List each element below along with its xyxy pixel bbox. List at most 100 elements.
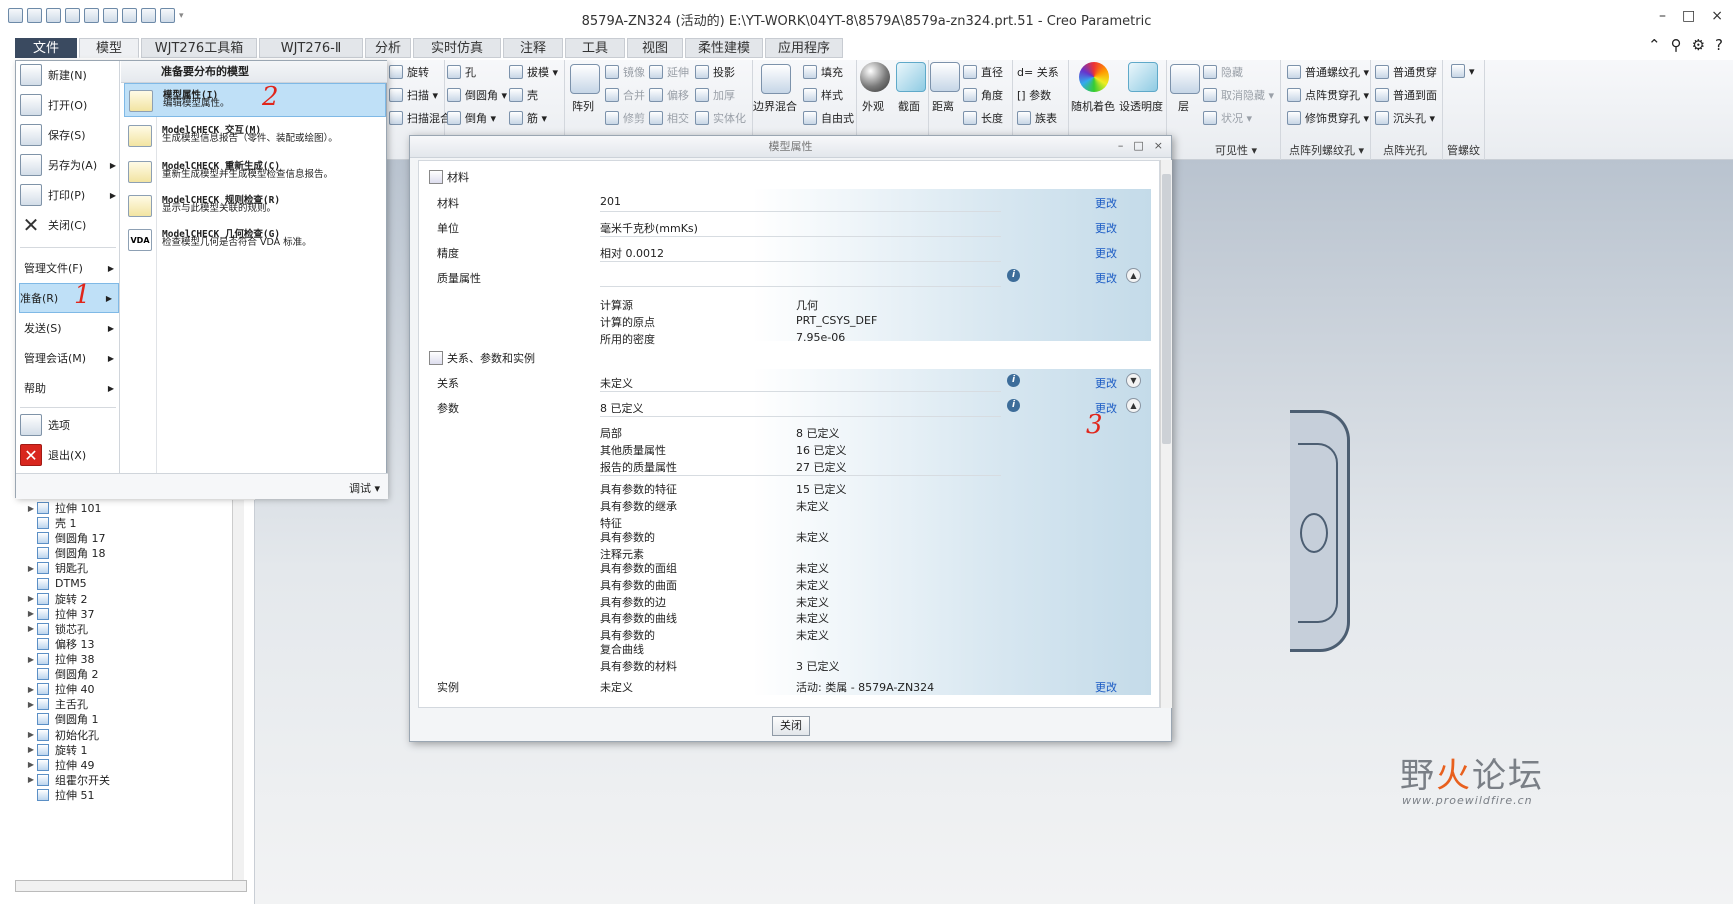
exit-command[interactable]: ✕ 退出(X) xyxy=(20,441,120,469)
settings-icon[interactable]: ⚙ xyxy=(1692,36,1705,54)
tree-item[interactable]: ▶ 旋转 1 xyxy=(25,742,88,758)
boundary-blend-icon[interactable] xyxy=(761,64,791,94)
expand-arrow-icon[interactable]: ▶ xyxy=(25,760,37,769)
save-command[interactable]: 保存(S) xyxy=(20,121,120,149)
search-icon[interactable]: ⚲ xyxy=(1671,36,1682,54)
send-command[interactable]: 发送(S) ▶ xyxy=(24,313,120,343)
manage-session-command[interactable]: 管理会话(M) ▶ xyxy=(24,343,120,373)
unhide-button[interactable]: 取消隐藏 ▾ xyxy=(1203,87,1274,103)
standard-through-button[interactable]: 普通贯穿 xyxy=(1375,64,1437,80)
change-link[interactable]: 更改 xyxy=(1095,679,1117,695)
distance-icon[interactable] xyxy=(930,62,960,92)
tree-item[interactable]: 偏移 13 xyxy=(25,636,95,652)
tree-vertical-scrollbar[interactable] xyxy=(232,500,244,880)
expand-arrow-icon[interactable]: ▶ xyxy=(25,655,37,664)
prepare-command[interactable]: 准备(R) ▶ xyxy=(19,283,119,313)
expand-arrow-icon[interactable]: ▶ xyxy=(25,609,37,618)
visibility-group-label[interactable]: 可见性 ▾ xyxy=(1215,142,1257,158)
project-button[interactable]: 投影 xyxy=(695,64,735,80)
manage-file-command[interactable]: 管理文件(F) ▶ xyxy=(24,253,120,283)
tree-item[interactable]: 倒圆角 2 xyxy=(25,666,99,682)
length-button[interactable]: 长度 xyxy=(963,110,1003,126)
fill-button[interactable]: 填充 xyxy=(803,64,843,80)
modelcheck-geometry-item[interactable]: VDA ModelCHECK 几何检查(G) 检查模型几何是否符合 VDA 标准… xyxy=(124,223,386,257)
minimize-button[interactable]: – xyxy=(1659,8,1666,24)
tab-tools[interactable]: 工具 xyxy=(565,38,625,58)
help-command[interactable]: 帮助 ▶ xyxy=(24,373,120,403)
random-color-icon[interactable] xyxy=(1079,62,1109,92)
swept-blend-button[interactable]: 扫描混合 xyxy=(389,110,451,126)
intersect-button[interactable]: 相交 xyxy=(649,110,689,126)
close-button[interactable]: × xyxy=(1711,8,1723,24)
model-properties-item[interactable]: 模型属性(I) 编辑模型属性。 xyxy=(124,83,386,117)
extend-button[interactable]: 延伸 xyxy=(649,64,689,80)
tab-annotate[interactable]: 注释 xyxy=(503,38,563,58)
section-icon[interactable] xyxy=(896,62,926,92)
relations-section-header[interactable]: 关系、参数和实例 xyxy=(429,350,535,366)
transparency-icon[interactable] xyxy=(1128,62,1158,92)
parameters-button[interactable]: [] 参数 xyxy=(1017,87,1051,103)
pattern-icon[interactable] xyxy=(570,64,600,94)
info-icon[interactable]: i xyxy=(1007,374,1020,387)
chamfer-button[interactable]: 倒角 ▾ xyxy=(447,110,496,126)
debug-button[interactable]: 调试 ▾ xyxy=(349,480,380,496)
restore-button[interactable]: □ xyxy=(1682,8,1695,24)
tree-item[interactable]: ▶ 钥匙孔 xyxy=(25,560,88,576)
standard-to-face-button[interactable]: 普通到面 xyxy=(1375,87,1437,103)
tree-item[interactable]: ▶ 组霍尔开关 xyxy=(25,772,110,788)
model-tree[interactable]: ▶ 拉伸 101 壳 1 倒圆角 17 倒圆角 18 ▶ 钥匙孔 DTM5 ▶ 旋转 2 ▶ 拉伸 3… xyxy=(15,500,255,904)
expand-arrow-icon[interactable]: ▶ xyxy=(25,504,37,513)
change-link[interactable]: 更改 xyxy=(1095,245,1117,261)
change-link[interactable]: 更改 xyxy=(1095,195,1117,211)
tree-item[interactable]: ▶ 初始化孔 xyxy=(25,727,99,743)
dialog-minimize-button[interactable]: – xyxy=(1118,139,1124,152)
mirror-button[interactable]: 镜像 xyxy=(605,64,645,80)
tab-wjt276-ii[interactable]: WJT276-Ⅱ xyxy=(259,38,363,58)
diameter-button[interactable]: 直径 xyxy=(963,64,1003,80)
merge-button[interactable]: 合并 xyxy=(605,87,645,103)
hide-button[interactable]: 隐藏 xyxy=(1203,64,1243,80)
expand-arrow-icon[interactable]: ▶ xyxy=(25,730,37,739)
tree-item[interactable]: DTM5 xyxy=(25,576,87,592)
tree-item[interactable]: 倒圆角 1 xyxy=(25,711,99,727)
tab-flexible-modeling[interactable]: 柔性建模 xyxy=(685,38,763,58)
expand-arrow-icon[interactable]: ▶ xyxy=(25,564,37,573)
close-command[interactable]: ✕ 关闭(C) xyxy=(20,211,120,239)
collapse-icon[interactable]: ▲ xyxy=(1126,398,1141,413)
sweep-button[interactable]: 扫描 ▾ xyxy=(389,87,438,103)
tree-horizontal-scrollbar[interactable] xyxy=(15,880,247,892)
modelcheck-interactive-item[interactable]: ModelCHECK 交互(M) 生成模型信息报告（零件、装配或绘图）。 xyxy=(124,119,386,153)
options-command[interactable]: 选项 xyxy=(20,411,120,439)
tab-realtime-sim[interactable]: 实时仿真 xyxy=(413,38,501,58)
tree-item[interactable]: ▶ 拉伸 37 xyxy=(25,606,95,622)
expand-arrow-icon[interactable]: ▶ xyxy=(25,700,37,709)
expand-arrow-icon[interactable]: ▶ xyxy=(25,745,37,754)
new-command[interactable]: 新建(N) xyxy=(20,61,120,89)
revolve-button[interactable]: 旋转 xyxy=(389,64,429,80)
shell-button[interactable]: 壳 xyxy=(509,87,538,103)
open-command[interactable]: 打开(O) xyxy=(20,91,120,119)
array-thread-group-label[interactable]: 点阵列螺纹孔 ▾ xyxy=(1289,142,1364,158)
change-link[interactable]: 更改 xyxy=(1095,270,1117,286)
tree-item[interactable]: ▶ 旋转 2 xyxy=(25,591,88,607)
help-icon[interactable]: ? xyxy=(1715,36,1723,54)
angle-button[interactable]: 角度 xyxy=(963,87,1003,103)
tree-item[interactable]: ▶ 拉伸 101 xyxy=(25,500,102,516)
tree-item[interactable]: 壳 1 xyxy=(25,515,77,531)
dialog-close-button[interactable]: × xyxy=(1154,139,1163,152)
relations-button[interactable]: d= 关系 xyxy=(1017,64,1059,80)
cosmetic-through-hole-button[interactable]: 修饰贯穿孔 ▾ xyxy=(1287,110,1369,126)
tab-view[interactable]: 视图 xyxy=(627,38,683,58)
solidify-button[interactable]: 实体化 xyxy=(695,110,746,126)
thicken-button[interactable]: 加厚 xyxy=(695,87,735,103)
collapse-ribbon-icon[interactable]: ⌃ xyxy=(1648,36,1661,54)
layer-icon[interactable] xyxy=(1170,64,1200,94)
tree-item[interactable]: ▶ 主舌孔 xyxy=(25,696,88,712)
info-icon[interactable]: i xyxy=(1007,399,1020,412)
modelcheck-regenerate-item[interactable]: ModelCHECK 重新生成(C) 重新生成模型并生成模型检查信息报告。 xyxy=(124,155,386,189)
collapse-icon[interactable]: ▲ xyxy=(1126,268,1141,283)
dialog-scrollbar[interactable] xyxy=(1160,160,1172,708)
counterbore-button[interactable]: 沉头孔 ▾ xyxy=(1375,110,1435,126)
tab-file[interactable]: 文件 xyxy=(15,38,77,58)
tab-wjt276-toolbox[interactable]: WJT276工具箱 xyxy=(141,38,257,58)
